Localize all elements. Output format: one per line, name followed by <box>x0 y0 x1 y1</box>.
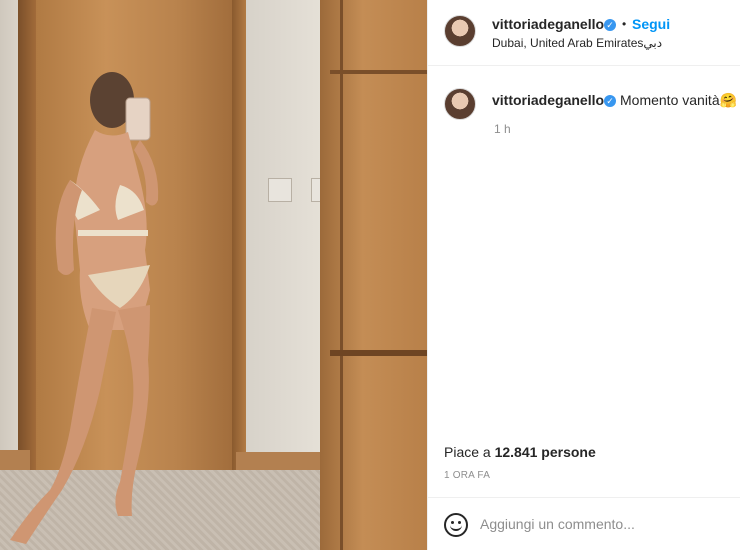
photo-wardrobe-seam <box>330 70 427 74</box>
author-username[interactable]: vittoriadeganello <box>492 16 604 32</box>
author-avatar[interactable] <box>444 15 476 47</box>
photo-light-switch <box>268 178 292 202</box>
photo-person <box>10 72 159 544</box>
post-photo[interactable] <box>0 0 427 550</box>
photo-wall-middle <box>246 0 326 470</box>
post-header: vittoriadeganello ✓ • Segui Dubai, Unite… <box>428 0 740 66</box>
photo-wardrobe-seam-2 <box>330 350 427 356</box>
photo-wardrobe-edge <box>340 0 343 550</box>
post-side-panel: vittoriadeganello ✓ • Segui Dubai, Unite… <box>427 0 740 550</box>
caption-age[interactable]: 1 h <box>494 122 511 136</box>
verified-badge-icon: ✓ <box>604 19 616 31</box>
photo-wardrobe <box>320 0 427 550</box>
header-separator: • <box>622 17 627 31</box>
emoji-icon[interactable] <box>444 513 468 537</box>
follow-button[interactable]: Segui <box>632 16 670 32</box>
caption-username[interactable]: vittoriadeganello <box>492 92 604 108</box>
caption-avatar[interactable] <box>444 88 476 120</box>
post-location[interactable]: Dubai, United Arab Emiratesدبي <box>492 36 662 50</box>
hugging-face-emoji-icon: 🤗 <box>719 92 738 108</box>
caption-verified-badge-icon: ✓ <box>604 95 616 107</box>
photo-door-frame-right <box>232 0 246 470</box>
comment-input[interactable] <box>480 512 720 536</box>
comment-bar <box>428 497 740 550</box>
post-time-ago[interactable]: 1 ORA FA <box>444 470 490 481</box>
caption-text: Momento vanità🤗 <box>620 92 738 108</box>
likes-count[interactable]: Piace a 12.841 persone <box>444 444 596 460</box>
